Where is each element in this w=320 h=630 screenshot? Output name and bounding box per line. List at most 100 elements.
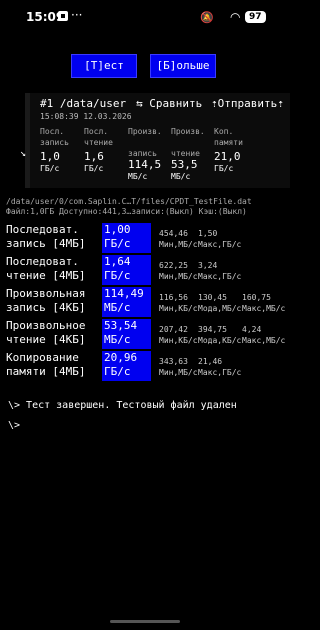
panel-divider xyxy=(25,93,30,188)
stat: 3,24 Макс,ГБ/с xyxy=(198,260,241,282)
value-unit: ГБ/с xyxy=(104,365,131,378)
stat-value: 394,75 xyxy=(198,325,227,334)
stat: 1,50 Макс,ГБ/с xyxy=(198,228,241,250)
summary-col-mem-copy: Коп. памяти 21,0 ГБ/с xyxy=(214,126,243,174)
test-label: Последоват. запись [4МБ] xyxy=(6,223,101,251)
status-bar: 15:09 ··· 🔕 ◠ 97 xyxy=(0,0,290,34)
label-line: Копирование xyxy=(6,351,79,364)
col-header: Коп. xyxy=(214,127,234,136)
more-notifications-icon: ··· xyxy=(71,8,83,22)
col-unit: МБ/с xyxy=(171,172,191,181)
result-title: #1 /data/user xyxy=(40,97,127,110)
wifi-icon: ◠ xyxy=(230,10,241,24)
expand-arrow-icon[interactable]: ↘ xyxy=(20,148,26,159)
stat-value: 116,56 xyxy=(159,293,188,302)
stat-label: Макс,ГБ/с xyxy=(198,368,242,377)
test-button[interactable]: [Т]ест xyxy=(71,54,137,78)
stat-value: 454,46 xyxy=(159,229,188,238)
stat-label: Мин,МБ/с xyxy=(159,368,198,377)
value-number: 53,54 xyxy=(104,319,138,332)
battery-icon: 97 xyxy=(245,11,266,23)
more-button[interactable]: [Б]ольше xyxy=(150,54,216,78)
stat-label: Мода,КБ/с xyxy=(198,336,242,345)
col-header: Посл. xyxy=(40,127,65,136)
test-label: Копирование памяти [4МБ] xyxy=(6,351,101,379)
col-value: 21,0 xyxy=(214,150,241,163)
stat-label: Мода,МБ/с xyxy=(198,304,242,313)
value-number: 114,49 xyxy=(104,287,144,300)
stat: 394,75 Мода,КБ/с xyxy=(198,324,241,346)
col-header: Произв. xyxy=(128,127,162,136)
stat: 130,45 Мода,МБ/с xyxy=(198,292,241,314)
console-message: \> Тест завершен. Тестовый файл удален xyxy=(8,400,237,411)
stat: 207,42 Мин,КБ/с xyxy=(159,324,198,346)
send-button[interactable]: ⇡Отправить⇡ xyxy=(211,97,284,110)
label-line: Произвольное xyxy=(6,319,86,332)
home-indicator[interactable] xyxy=(110,620,180,623)
stat-label: Макс,МБ/с xyxy=(242,304,286,313)
summary-col-rand-read: Произв. чтение 53,5 МБ/с xyxy=(171,126,205,182)
test-label: Произвольное чтение [4КБ] xyxy=(6,319,101,347)
stat-value: 343,63 xyxy=(159,357,188,366)
col-header: чтение xyxy=(84,138,113,147)
col-header: Произв. xyxy=(171,127,205,136)
label-line: Последоват. xyxy=(6,255,79,268)
stat-label: Мин,МБ/с xyxy=(159,240,198,249)
col-unit: ГБ/с xyxy=(40,164,60,173)
summary-col-seq-write: Посл. запись 1,0 ГБ/с xyxy=(40,126,69,174)
col-unit: ГБ/с xyxy=(214,164,234,173)
stat-value: 21,46 xyxy=(198,357,223,366)
value-number: 1,64 xyxy=(104,255,131,268)
stat-label: Мин,КБ/с xyxy=(159,336,198,345)
stat-value: 160,75 xyxy=(242,293,271,302)
stat-label: Мин,МБ/с xyxy=(159,272,198,281)
value-unit: ГБ/с xyxy=(104,237,131,250)
result-value: 1,64 ГБ/с xyxy=(102,255,151,285)
summary-col-seq-read: Посл. чтение 1,6 ГБ/с xyxy=(84,126,113,174)
stat-label: Макс,ГБ/с xyxy=(198,240,242,249)
col-value: 1,0 xyxy=(40,150,60,163)
stat-value: 130,45 xyxy=(198,293,227,302)
stat: 4,24 Макс,МБ/с xyxy=(242,324,285,346)
result-value: 53,54 МБ/с xyxy=(102,319,151,349)
console-prompt: \> xyxy=(8,420,21,431)
col-header: запись xyxy=(40,138,69,147)
stat: 622,25 Мин,МБ/с xyxy=(159,260,198,282)
stat-label: Макс,МБ/с xyxy=(242,336,286,345)
value-number: 1,00 xyxy=(104,223,131,236)
summary-col-rand-write: Произв. запись 114,5 МБ/с xyxy=(128,126,162,182)
stat-label: Мин,КБ/с xyxy=(159,304,198,313)
test-label: Произвольная запись [4КБ] xyxy=(6,287,101,315)
col-header: памяти xyxy=(214,138,243,147)
result-value: 20,96 ГБ/с xyxy=(102,351,151,381)
label-line: чтение [4КБ] xyxy=(6,333,86,346)
stat: 343,63 Мин,МБ/с xyxy=(159,356,198,378)
label-line: Последоват. xyxy=(6,223,79,236)
value-unit: МБ/с xyxy=(104,301,131,314)
col-value: 1,6 xyxy=(84,150,104,163)
result-value: 114,49 МБ/с xyxy=(102,287,151,317)
label-line: запись [4МБ] xyxy=(6,237,86,250)
test-label: Последоват. чтение [4МБ] xyxy=(6,255,101,283)
stat-value: 4,24 xyxy=(242,325,262,334)
value-unit: ГБ/с xyxy=(104,269,131,282)
mute-icon: 🔕 xyxy=(200,11,214,24)
value-number: 20,96 xyxy=(104,351,138,364)
stat-value: 3,24 xyxy=(198,261,218,270)
col-value: 53,5 xyxy=(171,158,198,171)
label-line: запись [4КБ] xyxy=(6,301,86,314)
result-value: 1,00 ГБ/с xyxy=(102,223,151,253)
notification-icon xyxy=(58,11,68,21)
stat: 160,75 Макс,МБ/с xyxy=(242,292,285,314)
col-unit: ГБ/с xyxy=(84,164,104,173)
stat: 21,46 Макс,ГБ/с xyxy=(198,356,241,378)
col-header: Посл. xyxy=(84,127,109,136)
col-value: 114,5 xyxy=(128,158,162,171)
result-datetime: 15:08:39 12.03.2026 xyxy=(40,112,132,121)
value-unit: МБ/с xyxy=(104,333,131,346)
label-line: памяти [4МБ] xyxy=(6,365,86,378)
file-path: /data/user/0/com.Saplin.C…T/files/CPDT_T… xyxy=(6,197,252,206)
compare-button[interactable]: ⇆ Сравнить xyxy=(136,97,202,110)
stat: 454,46 Мин,МБ/с xyxy=(159,228,198,250)
label-line: чтение [4МБ] xyxy=(6,269,86,282)
